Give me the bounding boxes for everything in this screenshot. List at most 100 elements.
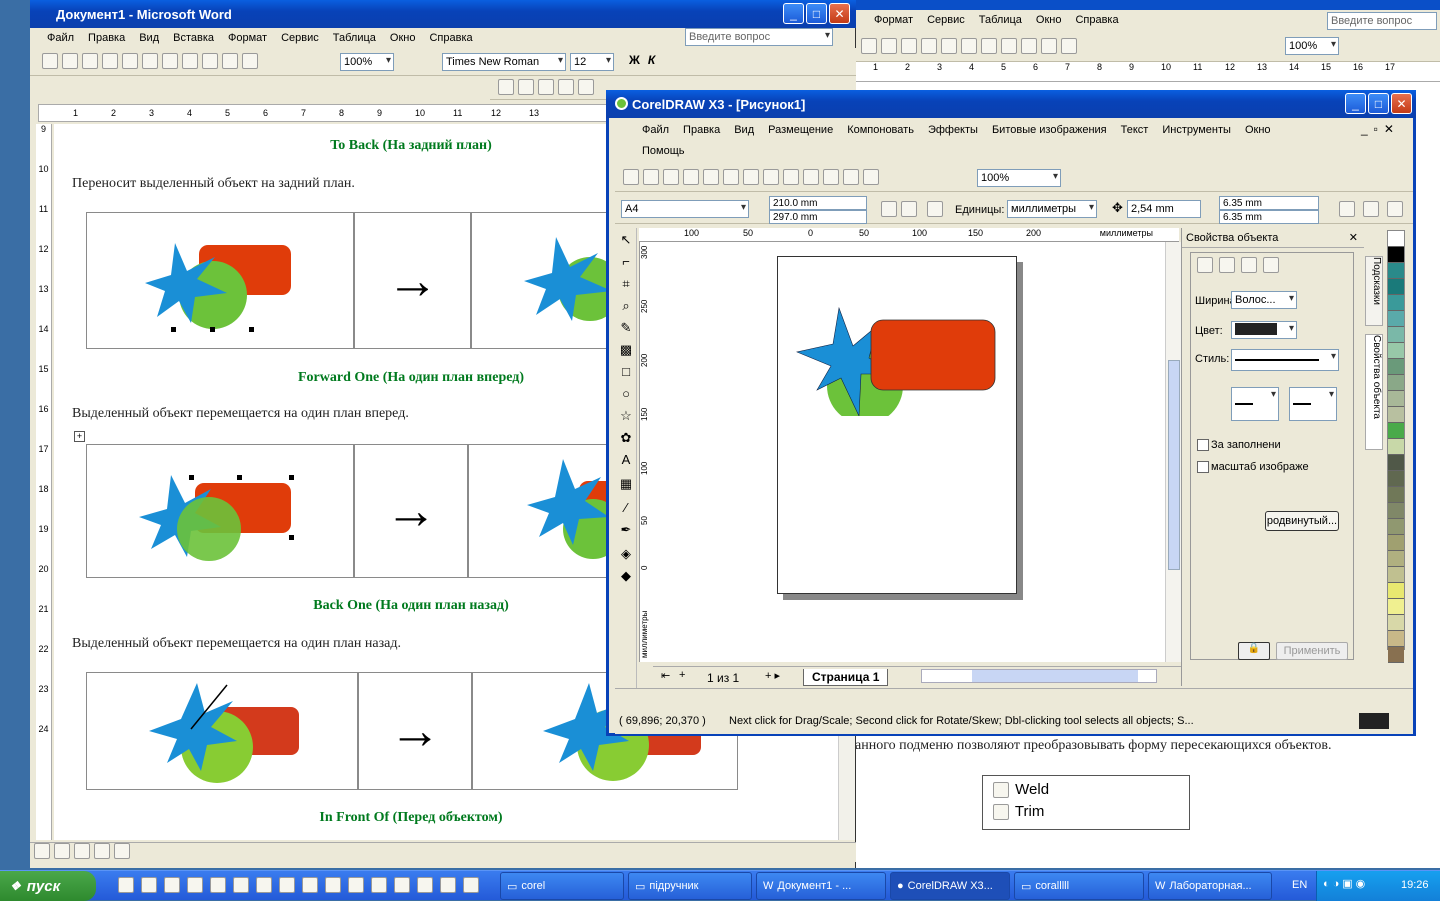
new-icon[interactable]	[42, 53, 58, 69]
corel-menu-effects[interactable]: Эффекты	[921, 120, 985, 140]
general-tab-icon[interactable]	[1241, 257, 1257, 273]
first-page-button[interactable]: ⇤	[661, 669, 670, 682]
page-width-input[interactable]: 210.0 mm	[769, 196, 867, 210]
cut-icon[interactable]	[703, 169, 719, 185]
corel-canvas-hscrollbar[interactable]	[921, 669, 1157, 683]
outline-tool-icon[interactable]: ✒	[615, 522, 637, 544]
open-icon[interactable]	[643, 169, 659, 185]
properties-tab[interactable]: Свойства объекта	[1365, 334, 1383, 450]
page-height-input[interactable]: 297.0 mm	[769, 210, 867, 224]
columns-icon[interactable]	[1041, 38, 1057, 54]
word2-menu-help[interactable]: Справка	[1068, 10, 1125, 32]
cut-icon[interactable]	[881, 38, 897, 54]
palette-swatch[interactable]	[1388, 519, 1404, 535]
corel-menu-bitmaps[interactable]: Битовые изображения	[985, 120, 1114, 140]
zoom-tool-icon[interactable]: ⌕	[615, 298, 637, 320]
palette-swatch[interactable]	[1388, 391, 1404, 407]
rectangle-tool-icon[interactable]: □	[615, 364, 637, 386]
preview-icon[interactable]	[122, 53, 138, 69]
corel-zoom-select[interactable]: 100%	[977, 169, 1061, 187]
outline-color-select[interactable]	[1231, 321, 1297, 339]
snap-grid-icon[interactable]	[1339, 201, 1355, 217]
save-icon[interactable]	[663, 169, 679, 185]
new-icon[interactable]	[623, 169, 639, 185]
interactive-fill-icon[interactable]: ◆	[615, 568, 637, 590]
palette-swatch[interactable]	[1388, 583, 1404, 599]
task-textbook-folder[interactable]: ▭ підручник	[628, 872, 752, 900]
hints-tab[interactable]: Подсказки	[1365, 256, 1383, 326]
corel-close-button[interactable]: ✕	[1391, 93, 1412, 114]
ellipse-tool-icon[interactable]: ○	[615, 386, 637, 408]
fill-tab-icon[interactable]	[1197, 257, 1213, 273]
app-icon[interactable]	[302, 877, 318, 893]
word2-menu-service[interactable]: Сервис	[920, 10, 972, 32]
palette-swatch[interactable]	[1388, 231, 1404, 247]
landscape-icon[interactable]	[901, 201, 917, 217]
undo-icon[interactable]	[961, 38, 977, 54]
palette-swatch[interactable]	[1388, 567, 1404, 583]
palette-swatch[interactable]	[1388, 599, 1404, 615]
word-hscrollbar[interactable]	[30, 842, 856, 862]
start-button[interactable]: ❖ пуск	[0, 871, 96, 901]
task-lab-doc[interactable]: W Лабораторная...	[1148, 872, 1272, 900]
app-icon[interactable]	[210, 877, 226, 893]
contrast-icon[interactable]	[518, 79, 534, 95]
corel-canvas-vscrollbar[interactable]	[1165, 242, 1181, 662]
word2-zoom-select[interactable]: 100%	[1285, 37, 1339, 55]
open-icon[interactable]	[62, 53, 78, 69]
palette-swatch[interactable]	[1388, 279, 1404, 295]
app-icon[interactable]	[371, 877, 387, 893]
corel-titlebar[interactable]: CorelDRAW X3 - [Рисунок1]	[606, 90, 1416, 118]
task-corel-folder[interactable]: ▭ corel	[500, 872, 624, 900]
palette-swatch[interactable]	[1388, 647, 1404, 663]
palette-swatch[interactable]	[1388, 247, 1404, 263]
app-icon[interactable]	[279, 877, 295, 893]
palette-swatch[interactable]	[1388, 359, 1404, 375]
word-menu-edit[interactable]: Правка	[81, 28, 132, 48]
palette-swatch[interactable]	[1388, 311, 1404, 327]
portrait-icon[interactable]	[881, 201, 897, 217]
nudge-input[interactable]: 2,54 mm	[1127, 200, 1201, 218]
word2-titlebar[interactable]	[855, 0, 1440, 10]
task-coral-folder[interactable]: ▭ coralllll	[1014, 872, 1144, 900]
palette-swatch[interactable]	[1388, 343, 1404, 359]
page-layout-icon[interactable]	[927, 201, 943, 217]
task-coreldraw[interactable]: ● CorelDRAW X3...	[890, 872, 1010, 900]
task-word-doc[interactable]: W Документ1 - ...	[756, 872, 886, 900]
app-icon[interactable]	[394, 877, 410, 893]
app-icon[interactable]	[233, 877, 249, 893]
outline-style-select[interactable]	[1231, 349, 1339, 371]
tray-icons[interactable]: ◐◑▣◉	[1323, 877, 1368, 890]
copy-icon[interactable]	[723, 169, 739, 185]
word-menu-table[interactable]: Таблица	[326, 28, 383, 48]
units-select[interactable]: миллиметры	[1007, 200, 1097, 218]
dup-x-input[interactable]: 6.35 mm	[1219, 196, 1319, 210]
palette-swatch[interactable]	[1388, 327, 1404, 343]
corel-menu-window[interactable]: Окно	[1238, 120, 1278, 140]
page-tab[interactable]: Страница 1	[803, 669, 889, 686]
behind-fill-checkbox[interactable]	[1197, 439, 1209, 451]
word2-menu-window[interactable]: Окно	[1029, 10, 1069, 32]
spell-icon[interactable]	[861, 38, 877, 54]
palette-swatch[interactable]	[1388, 487, 1404, 503]
size-select[interactable]: 12	[570, 53, 614, 71]
word-menu-help[interactable]: Справка	[422, 28, 479, 48]
shape-tool-icon[interactable]: ⌐	[615, 254, 637, 276]
paste-icon[interactable]	[921, 38, 937, 54]
fill-tool-icon[interactable]: ◈	[615, 546, 637, 568]
freehand-tool-icon[interactable]: ✎	[615, 320, 637, 342]
corel-canvas[interactable]	[653, 242, 1165, 662]
app-icon[interactable]	[417, 877, 433, 893]
word2-menu-table[interactable]: Таблица	[972, 10, 1029, 32]
palette-swatch[interactable]	[1388, 455, 1404, 471]
corel-menu-help[interactable]: Помощь	[635, 141, 692, 161]
palette-swatch[interactable]	[1388, 263, 1404, 279]
palette-swatch[interactable]	[1388, 615, 1404, 631]
text-tool-icon[interactable]: A	[615, 452, 637, 474]
export-icon[interactable]	[823, 169, 839, 185]
pilcrow-icon[interactable]	[242, 53, 258, 69]
palette-swatch[interactable]	[1388, 471, 1404, 487]
add-page-button[interactable]: +	[679, 669, 685, 681]
interactive-blend-icon[interactable]: ▦	[615, 476, 637, 498]
word-ask-input[interactable]: Введите вопрос	[685, 28, 833, 46]
